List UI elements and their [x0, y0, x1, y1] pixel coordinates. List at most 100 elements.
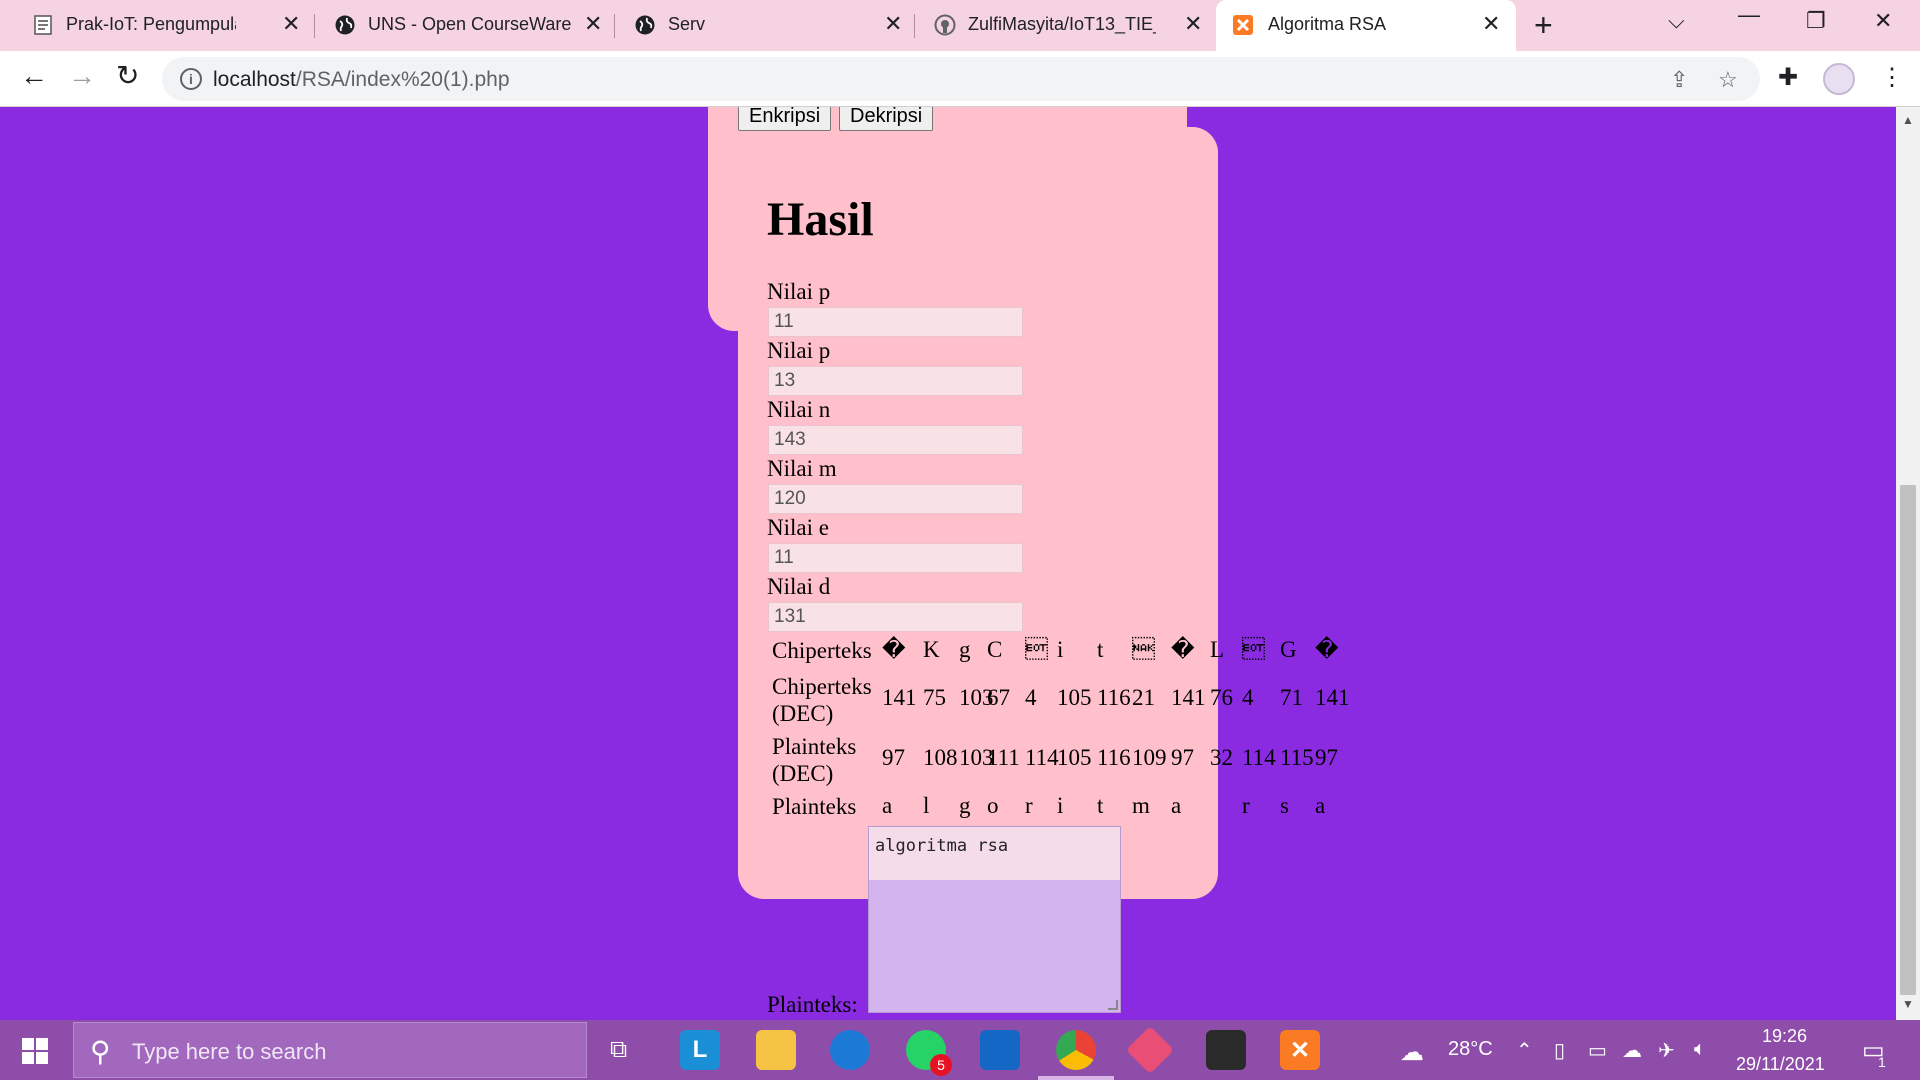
clock-date[interactable]: 29/11/2021	[1736, 1054, 1825, 1075]
field-label-n: Nilai n	[767, 397, 831, 422]
encrypt-button[interactable]: Enkripsi	[738, 107, 832, 131]
table-cell: G	[1280, 637, 1297, 662]
table-cell: i	[1057, 637, 1064, 662]
decrypt-button[interactable]: Dekripsi	[839, 107, 934, 131]
table-cell: 114	[1242, 745, 1276, 770]
bookmark-star-icon[interactable]: ☆	[1718, 67, 1738, 93]
scroll-down-arrow-icon[interactable]: ▼	[1902, 997, 1914, 1011]
extensions-puzzle-icon[interactable]: ✚	[1778, 63, 1798, 92]
close-icon[interactable]: ✕	[1184, 12, 1202, 36]
tray-chevron-up-icon[interactable]: ⌃	[1516, 1038, 1533, 1063]
weather-temperature[interactable]: 28°C	[1448, 1038, 1493, 1061]
browser-tabstrip: Prak-IoT: Pengumpulan Tu ✕ UNS - Open Co…	[0, 0, 1920, 51]
table-cell: 4	[1025, 685, 1037, 710]
whatsapp-icon[interactable]: 5	[906, 1030, 952, 1076]
site-info-icon[interactable]: i	[180, 68, 202, 90]
photos-app-icon[interactable]	[980, 1030, 1020, 1070]
tab-search-chevron-icon[interactable]: ⌵	[1668, 8, 1685, 34]
restore-icon[interactable]: ❐	[1806, 8, 1826, 34]
file-explorer-icon[interactable]	[756, 1030, 796, 1070]
table-cell: 	[1242, 637, 1265, 662]
address-bar[interactable]: i localhost/RSA/index%20(1).php ⇪ ☆	[162, 57, 1760, 101]
table-cell: a	[882, 793, 893, 818]
table-cell: 105	[1057, 745, 1092, 770]
table-cell: 	[1025, 637, 1048, 662]
back-arrow-icon[interactable]: ←	[20, 61, 48, 91]
browser-tab-prak-iot[interactable]: Prak-IoT: Pengumpulan Tu ✕	[0, 0, 310, 51]
field-label-e: Nilai e	[767, 515, 829, 540]
row-header: Plainteks (DEC)	[772, 733, 856, 787]
edge-browser-icon[interactable]	[830, 1030, 870, 1070]
globe-icon	[334, 14, 356, 36]
close-icon[interactable]: ✕	[584, 12, 602, 36]
onedrive-cloud-icon[interactable]: ☁	[1622, 1038, 1642, 1063]
page-scrollbar[interactable]: ▲ ▼	[1896, 107, 1920, 1020]
reload-icon[interactable]: ↻	[116, 61, 139, 91]
taskbar-search-box[interactable]: ⚲ Type here to search	[73, 1022, 587, 1078]
url-text[interactable]: localhost/RSA/index%20(1).php	[213, 68, 510, 92]
search-icon: ⚲	[90, 1036, 111, 1067]
browser-toolbar: ← → ↻ i localhost/RSA/index%20(1).php ⇪ …	[0, 51, 1920, 107]
tray-device-icon[interactable]: ▯	[1554, 1038, 1565, 1063]
table-cell: 	[1132, 637, 1155, 662]
table-cell: C	[987, 637, 1003, 662]
close-window-icon[interactable]: ✕	[1874, 8, 1892, 34]
table-cell: K	[923, 637, 940, 662]
close-icon[interactable]: ✕	[1482, 12, 1500, 36]
table-cell: t	[1097, 793, 1104, 818]
table-cell: m	[1132, 793, 1150, 818]
chrome-browser-icon[interactable]	[1038, 1030, 1114, 1080]
tab-title: Algoritma RSA	[1268, 14, 1387, 34]
textarea-value: algoritma rsa	[875, 836, 1009, 856]
windows-start-icon[interactable]	[22, 1038, 48, 1064]
taskbar-app-l-icon[interactable]: L	[680, 1030, 720, 1070]
minimize-icon[interactable]: —	[1738, 2, 1760, 28]
input-nilai-e[interactable]: 11	[768, 543, 1023, 573]
input-nilai-m[interactable]: 120	[768, 484, 1023, 514]
browser-tab-uns-ocw[interactable]: UNS - Open CourseWare ✕	[302, 0, 612, 51]
browser-tab-algoritma-rsa[interactable]: Algoritma RSA ✕	[1216, 0, 1516, 51]
menu-kebab-icon[interactable]: ⋮	[1880, 63, 1904, 92]
task-view-icon[interactable]: ⧉	[610, 1036, 627, 1064]
close-icon[interactable]: ✕	[884, 12, 902, 36]
battery-icon[interactable]: ▭	[1588, 1038, 1607, 1063]
table-cell: 32	[1210, 745, 1233, 770]
table-cell: �	[1315, 637, 1339, 662]
table-cell: i	[1057, 793, 1064, 818]
table-cell: 141	[1315, 685, 1350, 710]
xampp-taskbar-icon[interactable]: ✕	[1280, 1030, 1320, 1070]
scroll-up-arrow-icon[interactable]: ▲	[1902, 113, 1914, 127]
scrollbar-thumb[interactable]	[1900, 485, 1916, 995]
tab-title: ZulfiMasyita/IoT13_TIE_V3	[968, 14, 1156, 34]
input-nilai-q[interactable]: 13	[768, 366, 1023, 396]
table-cell: 97	[1315, 745, 1338, 770]
resize-grip-icon[interactable]	[1108, 1000, 1118, 1010]
table-cell: 97	[882, 745, 905, 770]
page-title: Hasil	[767, 193, 874, 246]
forward-arrow-icon[interactable]: →	[68, 61, 96, 91]
table-cell: 116	[1097, 685, 1131, 710]
browser-tab-github[interactable]: ZulfiMasyita/IoT13_TIE_V3 ✕	[902, 0, 1212, 51]
terminal-app-icon[interactable]	[1206, 1030, 1246, 1070]
share-icon[interactable]: ⇪	[1670, 67, 1688, 93]
profile-avatar[interactable]	[1823, 63, 1855, 95]
new-tab-plus-icon[interactable]: +	[1534, 9, 1553, 41]
table-cell: a	[1315, 793, 1326, 818]
clock-time[interactable]: 19:26	[1762, 1026, 1807, 1047]
table-cell: s	[1280, 793, 1289, 818]
volume-icon[interactable]: 🔈︎	[1694, 1038, 1706, 1061]
input-nilai-p[interactable]: 11	[768, 307, 1023, 337]
table-cell: r	[1025, 793, 1033, 818]
input-nilai-d[interactable]: 131	[768, 602, 1023, 632]
row-header-line: (DEC)	[772, 701, 834, 726]
table-cell: 111	[987, 745, 1020, 770]
weather-cloud-icon[interactable]: ☁	[1400, 1038, 1424, 1067]
table-cell: 75	[923, 685, 946, 710]
git-tool-icon[interactable]	[1125, 1025, 1175, 1075]
browser-tab-serv[interactable]: Serv ✕	[602, 0, 912, 51]
close-icon[interactable]: ✕	[282, 12, 300, 36]
field-label-m: Nilai m	[767, 456, 837, 481]
plainteks-textarea[interactable]: algoritma rsa	[868, 826, 1121, 1013]
airplane-mode-icon[interactable]: ✈	[1658, 1038, 1675, 1063]
input-nilai-n[interactable]: 143	[768, 425, 1023, 455]
